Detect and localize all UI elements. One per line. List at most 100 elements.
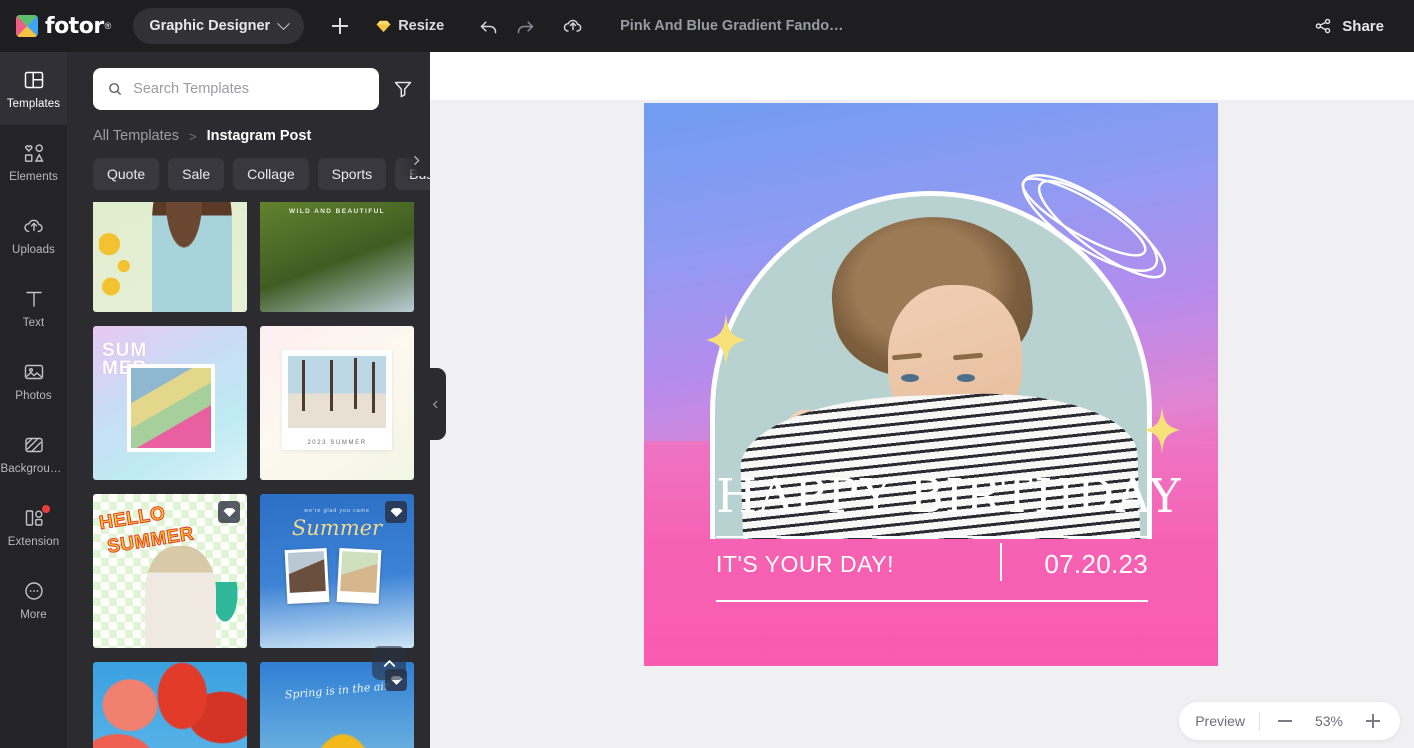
collapse-panel-handle[interactable] — [424, 368, 446, 440]
category-chip-list: Quote Sale Collage Sports Busin — [67, 144, 430, 190]
template-thumb-caption: WILD AND BEAUTIFUL — [288, 208, 386, 215]
scroll-to-top-button[interactable] — [372, 646, 406, 680]
template-card[interactable]: SUMMER WILD AND BEAUTIFUL — [260, 202, 414, 312]
undo-button[interactable] — [470, 8, 507, 44]
preview-button[interactable]: Preview — [1195, 713, 1245, 729]
zoom-controls-bar: Preview 53% — [1179, 702, 1400, 740]
template-card[interactable]: HELLO SUMMER — [93, 494, 247, 648]
redo-arrow-icon — [517, 20, 534, 33]
text-t-icon — [25, 291, 42, 307]
sparkle-star-icon — [706, 313, 746, 367]
design-subtitle-text[interactable]: IT'S YOUR DAY! — [716, 551, 894, 578]
template-card[interactable] — [93, 202, 247, 312]
sidebar-item-more[interactable]: More — [0, 563, 67, 636]
canvas-context-toolbar — [430, 52, 1414, 100]
sidebar-item-label: Elements — [9, 170, 58, 183]
template-thumb-caption: 2023 SUMMER — [307, 440, 367, 446]
share-nodes-icon — [1316, 18, 1331, 34]
sidebar-item-photos[interactable]: Photos — [0, 344, 67, 417]
plus-icon — [330, 16, 350, 36]
zoom-in-button[interactable] — [1362, 710, 1384, 732]
background-icon — [24, 437, 43, 452]
cloud-upload-icon — [23, 219, 43, 232]
sidebar-item-elements[interactable]: Elements — [0, 125, 67, 198]
fotor-editor-app: fotor ® Graphic Designer Resize Pink And… — [0, 0, 1414, 748]
diamond-icon — [390, 507, 402, 517]
templates-search-row — [67, 52, 430, 110]
breadcrumb-current-category: Instagram Post — [206, 128, 312, 144]
photo-icon — [24, 364, 43, 379]
chip-quote[interactable]: Quote — [93, 158, 160, 190]
design-vertical-divider — [1000, 543, 1002, 581]
palm-tree-decor — [205, 582, 245, 638]
pro-badge — [218, 501, 240, 523]
breadcrumb: All Templates > Instagram Post — [67, 110, 430, 144]
template-thumb-photo — [282, 350, 392, 450]
zoom-out-button[interactable] — [1274, 710, 1296, 732]
search-input[interactable] — [133, 81, 365, 97]
design-date-text[interactable]: 07.20.23 — [1044, 549, 1148, 580]
shapes-icon — [24, 143, 44, 162]
polaroid-photo — [336, 547, 382, 605]
redo-button[interactable] — [507, 8, 544, 44]
chip-sale[interactable]: Sale — [168, 158, 225, 190]
document-title[interactable]: Pink And Blue Gradient Fando… — [620, 18, 843, 34]
chips-next-button[interactable] — [402, 144, 430, 176]
sidebar-item-label: Text — [22, 316, 45, 329]
share-button-label: Share — [1342, 17, 1384, 35]
search-icon — [109, 83, 121, 95]
polaroid-photo — [284, 547, 330, 605]
fotor-logo-text: fotor — [45, 13, 104, 39]
plus-icon-vertical — [1372, 714, 1374, 728]
search-templates-box[interactable] — [93, 68, 379, 110]
zoom-level-value: 53% — [1314, 713, 1344, 729]
undo-arrow-icon — [480, 20, 497, 33]
sidebar-item-uploads[interactable]: Uploads — [0, 198, 67, 271]
mode-selector-graphic-designer[interactable]: Graphic Designer — [133, 8, 305, 44]
sidebar-item-text[interactable]: Text — [0, 271, 67, 344]
filter-button[interactable] — [391, 77, 415, 101]
chip-sports[interactable]: Sports — [317, 158, 387, 190]
sidebar-item-label: Backgroun… — [0, 462, 67, 475]
chevron-up-icon — [383, 659, 395, 667]
minus-icon — [1278, 720, 1292, 722]
diamond-icon — [223, 507, 235, 517]
add-page-button[interactable] — [322, 8, 358, 44]
sidebar-item-label: Photos — [15, 389, 52, 402]
chip-collage[interactable]: Collage — [233, 158, 309, 190]
template-card[interactable]: we're glad you came Summer — [260, 494, 414, 648]
sidebar-item-label: Templates — [6, 97, 61, 110]
sidebar-item-templates[interactable]: Templates — [0, 52, 67, 125]
template-card[interactable]: 2023 SUMMER — [260, 326, 414, 480]
template-card[interactable]: SUM MER — [93, 326, 247, 480]
design-rule-bottom — [716, 600, 1148, 602]
sidebar-item-label: Uploads — [12, 243, 55, 256]
scribble-loops-decor — [1021, 174, 1167, 279]
upload-button[interactable] — [554, 8, 592, 44]
artboard[interactable]: HAPPY BIRTHDAY IT'S YOUR DAY! 07.20.23 — [644, 103, 1218, 666]
sidebar-item-extension[interactable]: Extension — [0, 490, 67, 563]
template-card[interactable]: Hello Spring ☺ — [93, 662, 247, 748]
sidebar-item-label: More — [20, 608, 47, 621]
extension-notification-badge — [42, 505, 50, 513]
resize-button[interactable]: Resize — [368, 8, 452, 44]
pro-badge — [385, 501, 407, 523]
share-button[interactable]: Share — [1303, 8, 1394, 44]
sidebar-item-label: Extension — [7, 535, 60, 548]
top-toolbar: fotor ® Graphic Designer Resize Pink And… — [0, 0, 1414, 52]
sidebar-item-background[interactable]: Backgroun… — [0, 417, 67, 490]
left-sidebar-rail: Templates Elements Uploads Text Photos B… — [0, 52, 67, 748]
breadcrumb-all-templates[interactable]: All Templates — [93, 128, 179, 144]
layout-grid-icon — [24, 71, 43, 88]
template-thumb-photo — [127, 364, 215, 452]
zoombar-divider — [1259, 712, 1260, 730]
canvas-stage[interactable]: HAPPY BIRTHDAY IT'S YOUR DAY! 07.20.23 P… — [430, 52, 1414, 748]
templates-panel: All Templates > Instagram Post Quote Sal… — [67, 52, 430, 748]
mode-selector-label: Graphic Designer — [149, 18, 271, 34]
funnel-filter-icon — [394, 81, 412, 98]
fotor-logo[interactable]: fotor ® — [16, 14, 111, 39]
cloud-upload-icon — [563, 19, 582, 32]
resize-button-label: Resize — [398, 18, 445, 34]
design-title-text[interactable]: HAPPY BIRTHDAY — [716, 469, 1180, 524]
chevron-left-icon — [432, 400, 437, 408]
